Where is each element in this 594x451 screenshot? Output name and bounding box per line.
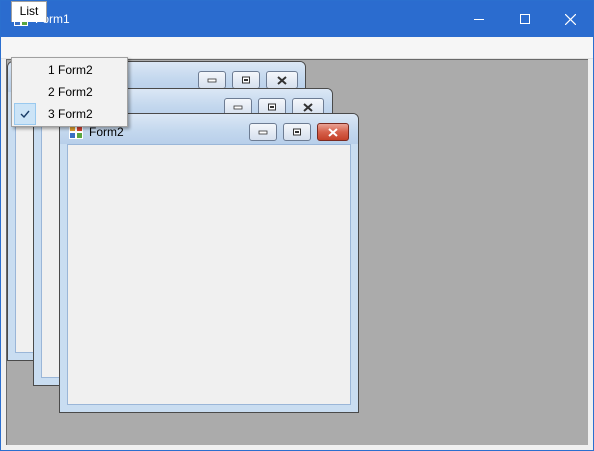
form-icon [69, 125, 83, 139]
maximize-button[interactable] [502, 1, 548, 37]
menu-item-label: 1 Form2 [48, 63, 93, 77]
close-icon [277, 75, 287, 85]
minimize-button[interactable] [456, 1, 502, 37]
child-close-button[interactable] [317, 123, 349, 141]
title-bar[interactable]: Form1 [1, 1, 593, 37]
checkmark-icon [14, 103, 36, 125]
child-window-3[interactable]: Form2 [59, 113, 359, 413]
child-close-button[interactable] [266, 71, 298, 89]
maximize-icon [520, 14, 530, 24]
menu-bar [1, 37, 593, 59]
close-button[interactable] [547, 1, 593, 37]
minimize-icon [233, 105, 243, 110]
menu-item-label: 3 Form2 [48, 107, 93, 121]
restore-icon [242, 76, 250, 84]
minimize-icon [258, 130, 268, 135]
child-restore-button[interactable] [283, 123, 311, 141]
child-minimize-button[interactable] [249, 123, 277, 141]
child-restore-button[interactable] [232, 71, 260, 89]
close-icon [564, 13, 576, 25]
close-icon [303, 102, 313, 112]
menu-item-3[interactable]: 3 Form2 [14, 103, 125, 125]
menu-item-label: 2 Form2 [48, 85, 93, 99]
child-title: Form2 [89, 125, 124, 139]
minimize-icon [474, 19, 484, 20]
restore-icon [268, 103, 276, 111]
restore-icon [293, 128, 301, 136]
child-minimize-button[interactable] [198, 71, 226, 89]
list-dropdown-menu: 1 Form2 2 Form2 3 Form2 [11, 57, 128, 127]
menu-item-2[interactable]: 2 Form2 [14, 81, 125, 103]
menu-list[interactable]: List [11, 1, 47, 22]
close-icon [328, 127, 338, 137]
menu-item-1[interactable]: 1 Form2 [14, 59, 125, 81]
child-body [67, 144, 351, 405]
minimize-icon [207, 78, 217, 83]
